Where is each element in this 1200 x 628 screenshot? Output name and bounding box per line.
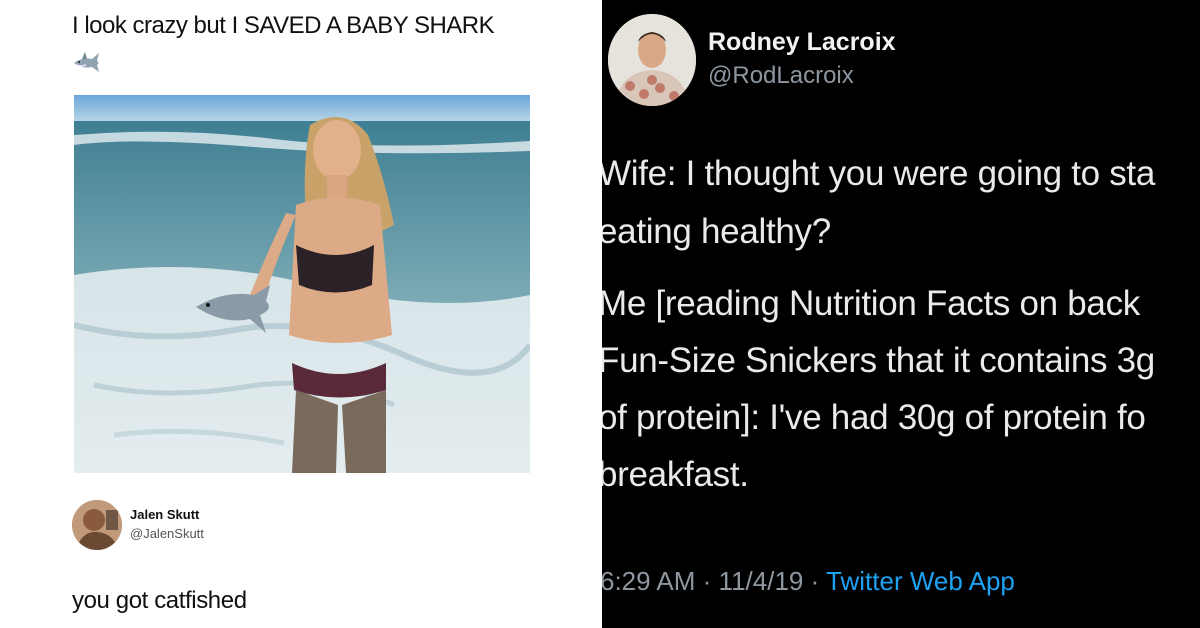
tweet-time[interactable]: 6:29 AM bbox=[602, 566, 695, 596]
left-panel: I look crazy but I SAVED A BABY SHARK Ja… bbox=[0, 0, 602, 628]
author-name[interactable]: Rodney Lacroix bbox=[708, 28, 896, 57]
avatar[interactable] bbox=[72, 500, 122, 550]
reply-author-handle[interactable]: @JalenSkutt bbox=[130, 526, 204, 541]
tweet-line: breakfast. bbox=[602, 455, 749, 494]
avatar[interactable] bbox=[608, 14, 696, 106]
tweet-text: I look crazy but I SAVED A BABY SHARK bbox=[72, 12, 495, 39]
reply-author-name[interactable]: Jalen Skutt bbox=[130, 507, 199, 522]
shark-icon bbox=[72, 48, 102, 78]
tweet-line: Wife: I thought you were going to sta bbox=[602, 154, 1156, 193]
tweet-date[interactable]: 11/4/19 bbox=[719, 566, 804, 596]
meta-separator: · bbox=[810, 566, 820, 596]
author-handle[interactable]: @RodLacroix bbox=[708, 62, 854, 90]
tweet-meta: 6:29 AM · 11/4/19 · Twitter Web App bbox=[602, 566, 1015, 597]
right-panel: Rodney Lacroix @RodLacroix Wife: I thoug… bbox=[602, 0, 1200, 628]
tweet-line: eating healthy? bbox=[602, 212, 831, 251]
beach-photo[interactable] bbox=[74, 95, 530, 473]
tweet-line: Me [reading Nutrition Facts on back bbox=[602, 284, 1140, 323]
meta-separator: · bbox=[702, 566, 712, 596]
tweet-line: Fun-Size Snickers that it contains 3g bbox=[602, 341, 1155, 380]
tweet-line: of protein]: I've had 30g of protein fo bbox=[602, 398, 1146, 437]
reply-text: you got catfished bbox=[72, 587, 247, 614]
tweet-source-link[interactable]: Twitter Web App bbox=[826, 566, 1015, 596]
